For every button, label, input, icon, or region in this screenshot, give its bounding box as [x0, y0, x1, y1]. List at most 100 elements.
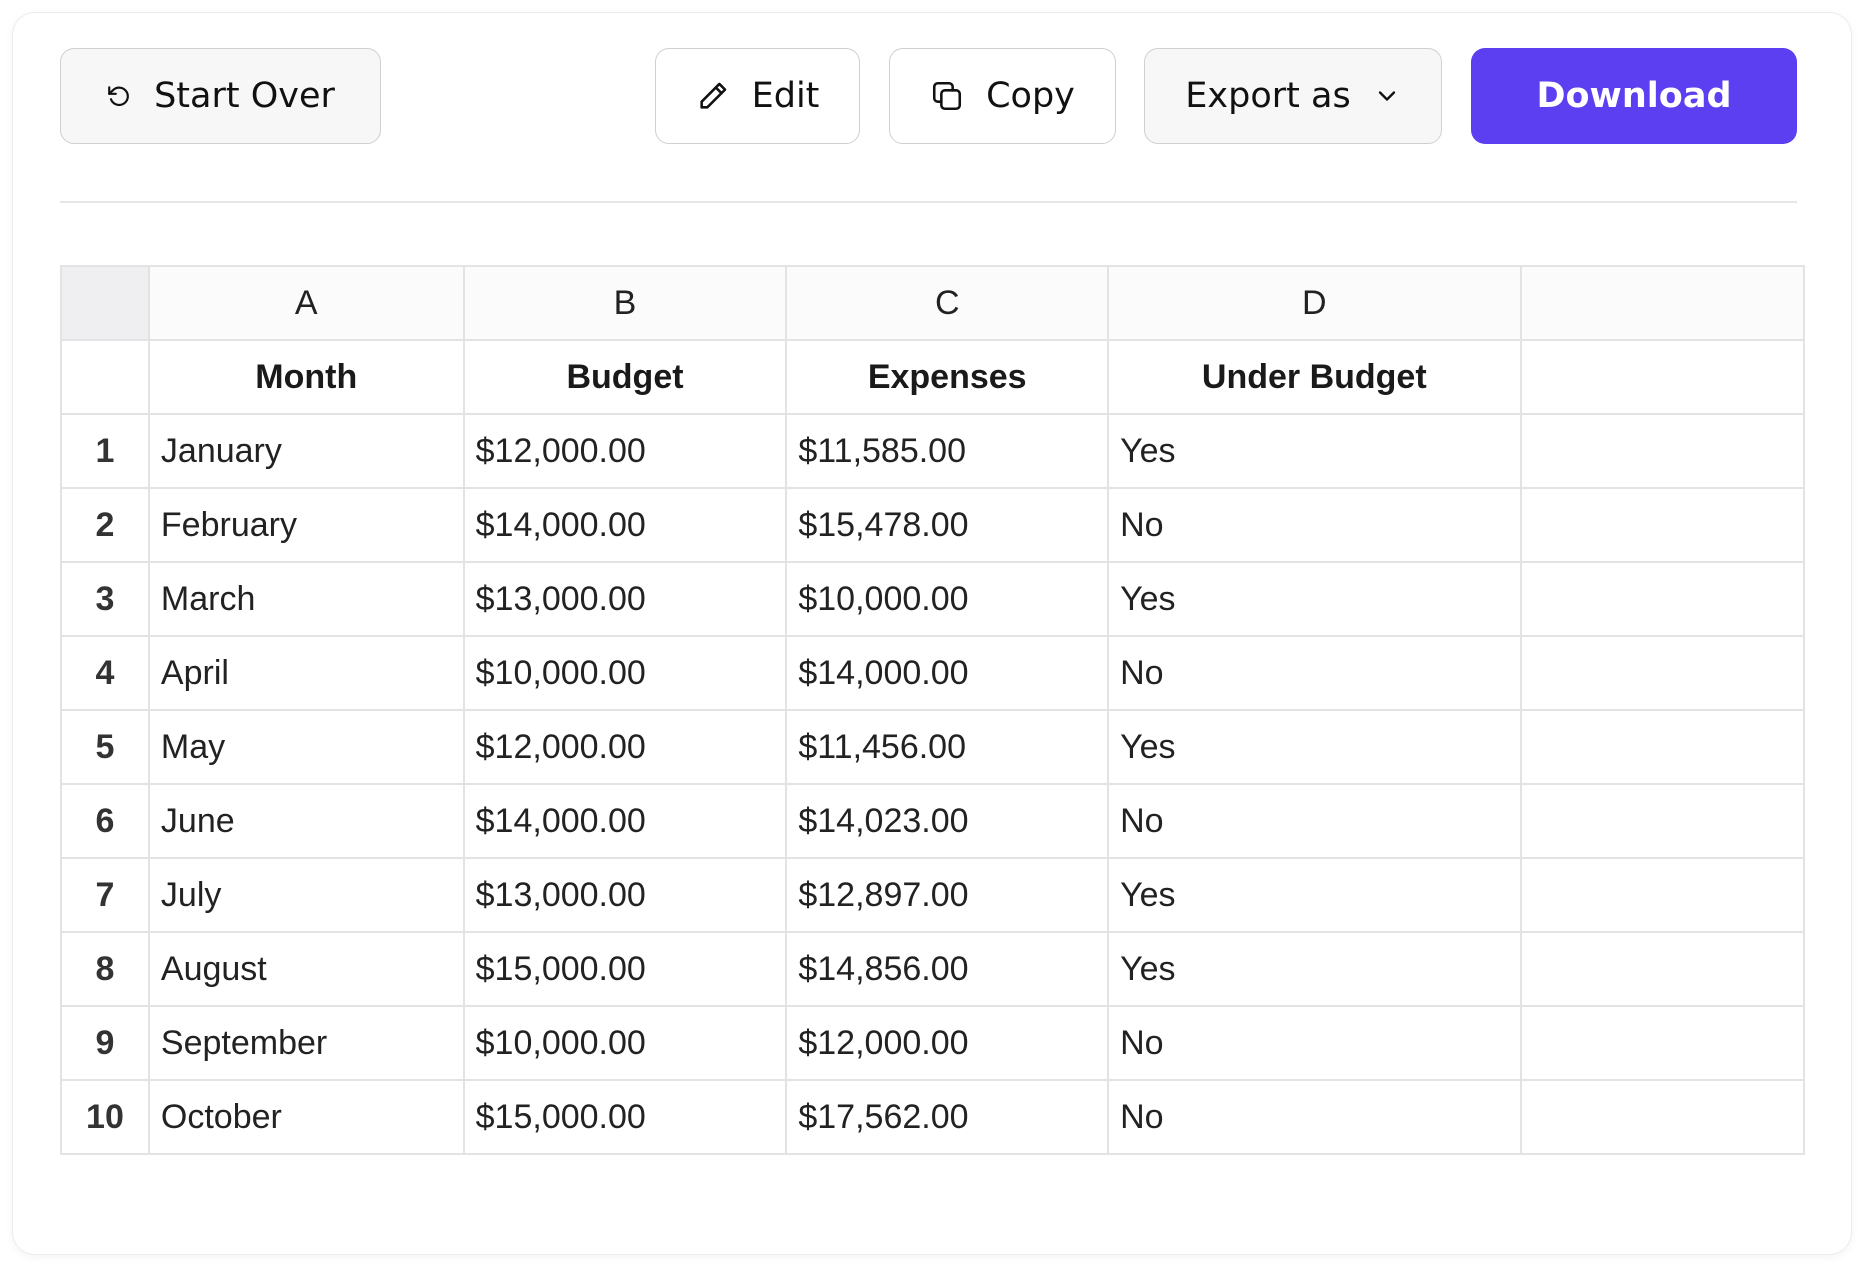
cell-expenses[interactable]: $15,478.00	[785, 487, 1110, 563]
header-month[interactable]: Month	[147, 339, 465, 415]
panel-footer	[13, 1175, 1851, 1254]
table-row: 1 January $12,000.00 $11,585.00 Yes	[60, 413, 1805, 489]
start-over-label: Start Over	[154, 76, 335, 116]
table-row: 7 July $13,000.00 $12,897.00 Yes	[60, 857, 1805, 933]
cell-month[interactable]: January	[147, 413, 465, 489]
empty-cell	[1519, 709, 1805, 785]
table-row: 2 February $14,000.00 $15,478.00 No	[60, 487, 1805, 563]
table-row: 3 March $13,000.00 $10,000.00 Yes	[60, 561, 1805, 637]
cell-budget[interactable]: $15,000.00	[462, 1079, 788, 1155]
cell-expenses[interactable]: $11,456.00	[785, 709, 1110, 785]
cell-expenses[interactable]: $17,562.00	[785, 1079, 1110, 1155]
cell-budget[interactable]: $12,000.00	[462, 413, 788, 489]
cell-month[interactable]: September	[147, 1005, 465, 1081]
cell-under-budget[interactable]: Yes	[1107, 931, 1522, 1007]
divider	[60, 201, 1797, 203]
table-row: 9 September $10,000.00 $12,000.00 No	[60, 1005, 1805, 1081]
empty-cell	[1519, 1079, 1805, 1155]
cell-month[interactable]: February	[147, 487, 465, 563]
chevron-down-icon	[1373, 82, 1401, 110]
row-number: 10	[60, 1079, 150, 1155]
table-row: 10 October $15,000.00 $17,562.00 No	[60, 1079, 1805, 1155]
spreadsheet-preview: A B C D Month Budget Expenses Under Budg…	[60, 265, 1805, 1175]
cell-under-budget[interactable]: Yes	[1107, 413, 1522, 489]
table-row: 6 June $14,000.00 $14,023.00 No	[60, 783, 1805, 859]
corner-cell	[60, 265, 150, 341]
cell-month[interactable]: May	[147, 709, 465, 785]
spreadsheet-table: A B C D Month Budget Expenses Under Budg…	[60, 265, 1805, 1155]
cell-expenses[interactable]: $14,023.00	[785, 783, 1110, 859]
cell-expenses[interactable]: $12,897.00	[785, 857, 1110, 933]
download-label: Download	[1536, 76, 1732, 116]
rotate-ccw-icon	[106, 83, 132, 109]
export-label: Export as	[1185, 76, 1351, 116]
header-budget[interactable]: Budget	[462, 339, 788, 415]
cell-budget[interactable]: $13,000.00	[462, 857, 788, 933]
empty-cell	[1519, 339, 1805, 415]
empty-cell	[1519, 487, 1805, 563]
edit-button[interactable]: Edit	[655, 48, 860, 144]
empty-cell	[1519, 635, 1805, 711]
toolbar: Start Over Edit Copy Export as Download	[13, 13, 1851, 173]
empty-cell	[1519, 561, 1805, 637]
cell-under-budget[interactable]: Yes	[1107, 561, 1522, 637]
pencil-icon	[696, 79, 730, 113]
edit-label: Edit	[751, 76, 820, 116]
cell-under-budget[interactable]: No	[1107, 1005, 1522, 1081]
table-row: 8 August $15,000.00 $14,856.00 Yes	[60, 931, 1805, 1007]
cell-budget[interactable]: $15,000.00	[462, 931, 788, 1007]
header-row: Month Budget Expenses Under Budget	[60, 339, 1805, 415]
export-panel: Start Over Edit Copy Export as Download …	[13, 13, 1851, 1254]
row-number: 7	[60, 857, 150, 933]
cell-month[interactable]: March	[147, 561, 465, 637]
cell-under-budget[interactable]: No	[1107, 783, 1522, 859]
download-button[interactable]: Download	[1471, 48, 1797, 144]
column-letter-c[interactable]: C	[785, 265, 1110, 341]
column-letter-d[interactable]: D	[1107, 265, 1522, 341]
cell-under-budget[interactable]: No	[1107, 635, 1522, 711]
cell-expenses[interactable]: $14,000.00	[785, 635, 1110, 711]
cell-month[interactable]: July	[147, 857, 465, 933]
start-over-button[interactable]: Start Over	[60, 48, 381, 144]
header-expenses[interactable]: Expenses	[785, 339, 1110, 415]
row-number: 4	[60, 635, 150, 711]
cell-under-budget[interactable]: No	[1107, 487, 1522, 563]
row-number: 5	[60, 709, 150, 785]
cell-expenses[interactable]: $11,585.00	[785, 413, 1110, 489]
cell-budget[interactable]: $10,000.00	[462, 635, 788, 711]
cell-under-budget[interactable]: Yes	[1107, 709, 1522, 785]
cell-expenses[interactable]: $14,856.00	[785, 931, 1110, 1007]
copy-icon	[930, 79, 964, 113]
cell-budget[interactable]: $10,000.00	[462, 1005, 788, 1081]
cell-under-budget[interactable]: No	[1107, 1079, 1522, 1155]
column-letter-b[interactable]: B	[462, 265, 788, 341]
cell-budget[interactable]: $12,000.00	[462, 709, 788, 785]
cell-under-budget[interactable]: Yes	[1107, 857, 1522, 933]
cell-month[interactable]: October	[147, 1079, 465, 1155]
row-number: 3	[60, 561, 150, 637]
row-number: 9	[60, 1005, 150, 1081]
header-under-budget[interactable]: Under Budget	[1107, 339, 1522, 415]
cell-month[interactable]: April	[147, 635, 465, 711]
table-row: 4 April $10,000.00 $14,000.00 No	[60, 635, 1805, 711]
cell-month[interactable]: August	[147, 931, 465, 1007]
row-number-header	[60, 339, 150, 415]
row-number: 6	[60, 783, 150, 859]
export-as-dropdown[interactable]: Export as	[1144, 48, 1442, 144]
column-letter-a[interactable]: A	[147, 265, 465, 341]
copy-button[interactable]: Copy	[889, 48, 1116, 144]
cell-budget[interactable]: $14,000.00	[462, 783, 788, 859]
empty-cell	[1519, 1005, 1805, 1081]
empty-cell	[1519, 931, 1805, 1007]
empty-cell	[1519, 413, 1805, 489]
cell-expenses[interactable]: $10,000.00	[785, 561, 1110, 637]
cell-budget[interactable]: $14,000.00	[462, 487, 788, 563]
cell-expenses[interactable]: $12,000.00	[785, 1005, 1110, 1081]
empty-cell	[1519, 857, 1805, 933]
cell-budget[interactable]: $13,000.00	[462, 561, 788, 637]
column-letter-row: A B C D	[60, 265, 1805, 341]
cell-month[interactable]: June	[147, 783, 465, 859]
empty-cell	[1519, 783, 1805, 859]
row-number: 1	[60, 413, 150, 489]
column-letter-e	[1519, 265, 1805, 341]
